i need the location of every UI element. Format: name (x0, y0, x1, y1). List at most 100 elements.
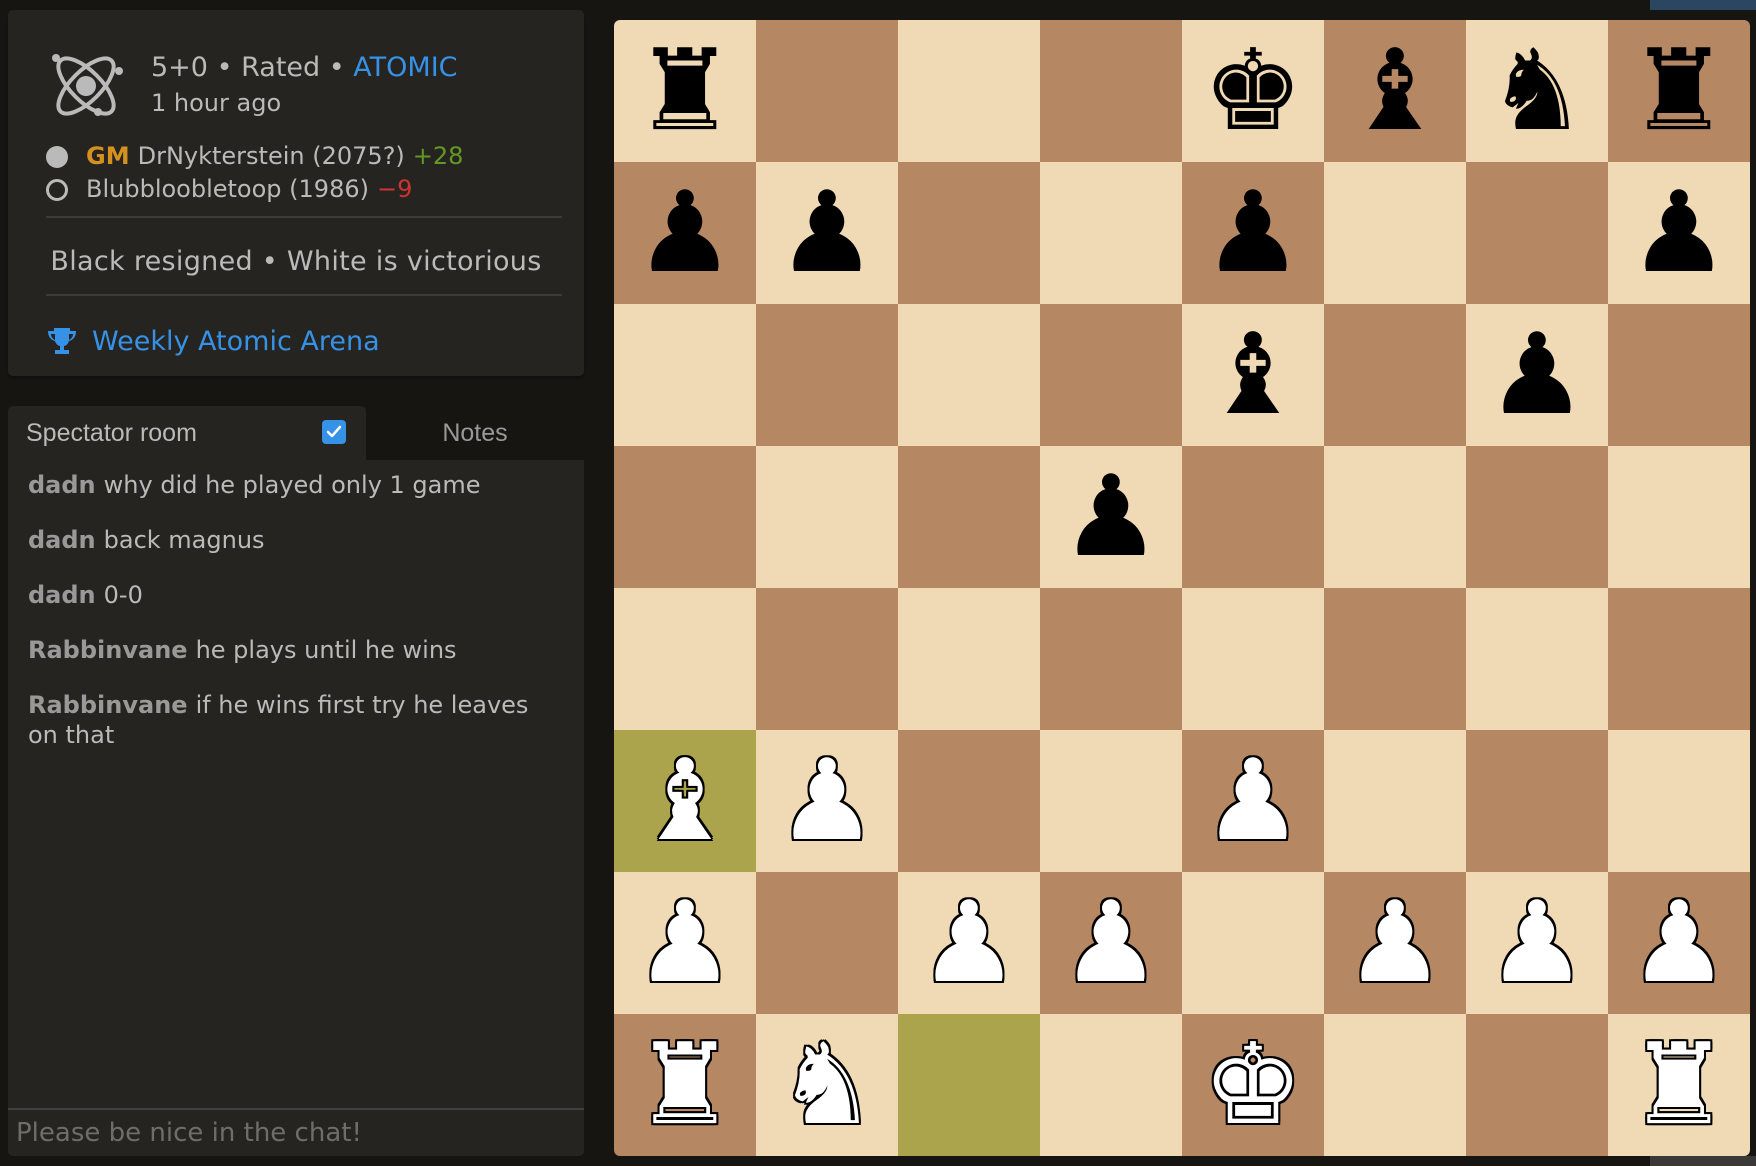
square-c1[interactable] (898, 1014, 1040, 1156)
black-pawn-icon[interactable]: ♟ (635, 177, 735, 289)
white-pawn-icon[interactable]: ♟ (1487, 887, 1587, 999)
square-a4[interactable] (614, 588, 756, 730)
square-f5[interactable] (1324, 446, 1466, 588)
square-d1[interactable] (1040, 1014, 1182, 1156)
chat-input[interactable] (8, 1108, 584, 1156)
square-g2[interactable]: ♟ (1466, 872, 1608, 1014)
square-a1[interactable]: ♜ (614, 1014, 756, 1156)
square-h8[interactable]: ♜ (1608, 20, 1750, 162)
black-rook-icon[interactable]: ♜ (1629, 35, 1729, 147)
square-e5[interactable] (1182, 446, 1324, 588)
tournament-link[interactable]: Weekly Atomic Arena (46, 326, 380, 357)
player-name-link[interactable]: DrNykterstein (138, 140, 305, 173)
square-a7[interactable]: ♟ (614, 162, 756, 304)
square-d5[interactable]: ♟ (1040, 446, 1182, 588)
square-h5[interactable] (1608, 446, 1750, 588)
square-d8[interactable] (1040, 20, 1182, 162)
chess-board[interactable]: ♜ ♚ ♝ ♞ ♜ ♟ ♟ ♟ ♟ ♝ ♟ ♟ ♝ ♟ ♟ ♟ ♟ ♟ ♟ ♟ ♟ ♜ ♞ ♚ ♜ (614, 20, 1750, 1156)
white-rook-icon[interactable]: ♜ (635, 1029, 735, 1141)
square-a3[interactable]: ♝ (614, 730, 756, 872)
white-pawn-icon[interactable]: ♟ (1061, 887, 1161, 999)
chat-username[interactable]: Rabbinvane (28, 636, 188, 664)
chat-toggle-checkbox[interactable] (322, 420, 346, 444)
black-pawn-icon[interactable]: ♟ (1487, 319, 1587, 431)
tab-notes[interactable]: Notes (366, 406, 584, 460)
square-e1[interactable]: ♚ (1182, 1014, 1324, 1156)
white-pawn-icon[interactable]: ♟ (1345, 887, 1445, 999)
square-f1[interactable] (1324, 1014, 1466, 1156)
chat-username[interactable]: dadn (28, 526, 96, 554)
black-pawn-icon[interactable]: ♟ (1061, 461, 1161, 573)
square-d7[interactable] (1040, 162, 1182, 304)
square-h1[interactable]: ♜ (1608, 1014, 1750, 1156)
square-f7[interactable] (1324, 162, 1466, 304)
square-f2[interactable]: ♟ (1324, 872, 1466, 1014)
square-d6[interactable] (1040, 304, 1182, 446)
black-pawn-icon[interactable]: ♟ (1203, 177, 1303, 289)
square-g7[interactable] (1466, 162, 1608, 304)
white-pawn-icon[interactable]: ♟ (1629, 887, 1729, 999)
square-c4[interactable] (898, 588, 1040, 730)
square-h4[interactable] (1608, 588, 1750, 730)
square-c8[interactable] (898, 20, 1040, 162)
square-c3[interactable] (898, 730, 1040, 872)
square-g1[interactable] (1466, 1014, 1608, 1156)
white-pawn-icon[interactable]: ♟ (919, 887, 1019, 999)
square-c2[interactable]: ♟ (898, 872, 1040, 1014)
square-a5[interactable] (614, 446, 756, 588)
square-e6[interactable]: ♝ (1182, 304, 1324, 446)
white-king-icon[interactable]: ♚ (1203, 1029, 1303, 1141)
square-d2[interactable]: ♟ (1040, 872, 1182, 1014)
square-b1[interactable]: ♞ (756, 1014, 898, 1156)
square-e7[interactable]: ♟ (1182, 162, 1324, 304)
black-pawn-icon[interactable]: ♟ (1629, 177, 1729, 289)
square-b4[interactable] (756, 588, 898, 730)
player-name-link[interactable]: Blubbloobletoop (86, 173, 282, 206)
black-bishop-icon[interactable]: ♝ (1345, 35, 1445, 147)
chat-username[interactable]: Rabbinvane (28, 691, 188, 719)
variant-link[interactable]: ATOMIC (353, 52, 457, 83)
square-b3[interactable]: ♟ (756, 730, 898, 872)
square-d4[interactable] (1040, 588, 1182, 730)
black-knight-icon[interactable]: ♞ (1487, 35, 1587, 147)
black-king-icon[interactable]: ♚ (1203, 35, 1303, 147)
square-e8[interactable]: ♚ (1182, 20, 1324, 162)
tab-spectator-room[interactable]: Spectator room (8, 406, 366, 460)
square-c7[interactable] (898, 162, 1040, 304)
square-c6[interactable] (898, 304, 1040, 446)
black-rook-icon[interactable]: ♜ (635, 35, 735, 147)
square-e2[interactable] (1182, 872, 1324, 1014)
square-b6[interactable] (756, 304, 898, 446)
square-f6[interactable] (1324, 304, 1466, 446)
square-e3[interactable]: ♟ (1182, 730, 1324, 872)
square-g8[interactable]: ♞ (1466, 20, 1608, 162)
white-knight-icon[interactable]: ♞ (777, 1029, 877, 1141)
square-b2[interactable] (756, 872, 898, 1014)
white-bishop-icon[interactable]: ♝ (635, 745, 735, 857)
black-bishop-icon[interactable]: ♝ (1203, 319, 1303, 431)
square-a2[interactable]: ♟ (614, 872, 756, 1014)
square-g6[interactable]: ♟ (1466, 304, 1608, 446)
square-a8[interactable]: ♜ (614, 20, 756, 162)
square-h3[interactable] (1608, 730, 1750, 872)
square-e4[interactable] (1182, 588, 1324, 730)
square-c5[interactable] (898, 446, 1040, 588)
chat-username[interactable]: dadn (28, 471, 96, 499)
white-pawn-icon[interactable]: ♟ (635, 887, 735, 999)
square-f8[interactable]: ♝ (1324, 20, 1466, 162)
square-b5[interactable] (756, 446, 898, 588)
square-g4[interactable] (1466, 588, 1608, 730)
black-pawn-icon[interactable]: ♟ (777, 177, 877, 289)
white-rook-icon[interactable]: ♜ (1629, 1029, 1729, 1141)
white-pawn-icon[interactable]: ♟ (777, 745, 877, 857)
square-h6[interactable] (1608, 304, 1750, 446)
square-b7[interactable]: ♟ (756, 162, 898, 304)
square-f3[interactable] (1324, 730, 1466, 872)
square-h7[interactable]: ♟ (1608, 162, 1750, 304)
square-g5[interactable] (1466, 446, 1608, 588)
square-f4[interactable] (1324, 588, 1466, 730)
chat-username[interactable]: dadn (28, 581, 96, 609)
white-pawn-icon[interactable]: ♟ (1203, 745, 1303, 857)
square-b8[interactable] (756, 20, 898, 162)
square-d3[interactable] (1040, 730, 1182, 872)
